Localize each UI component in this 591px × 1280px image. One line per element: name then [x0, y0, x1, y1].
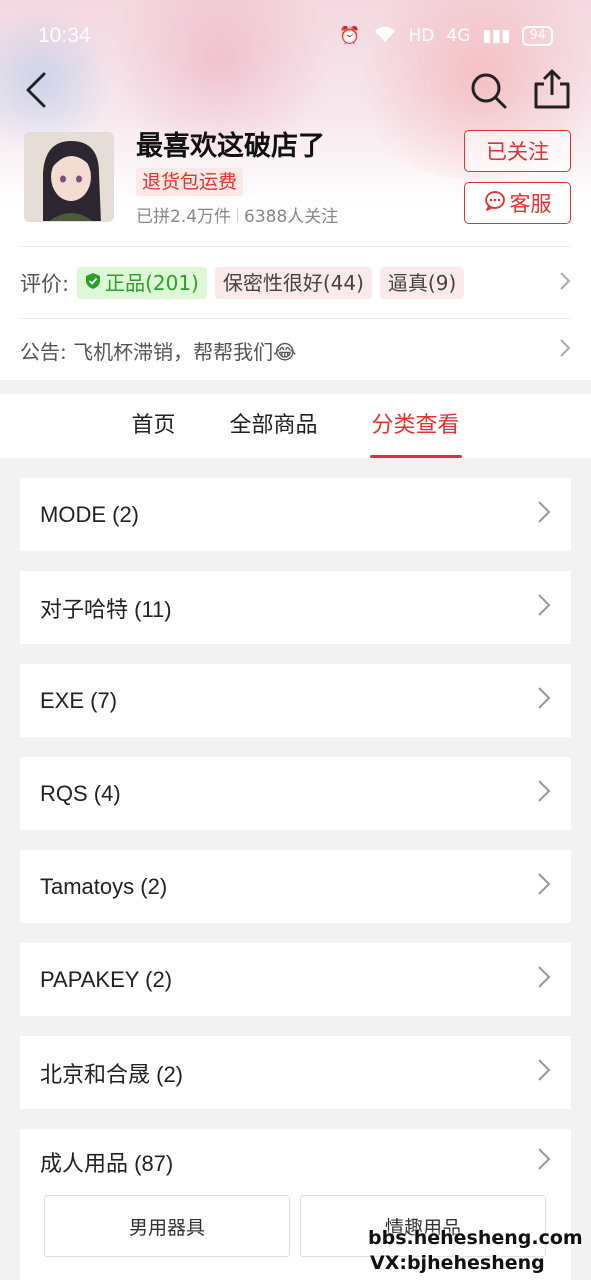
list-item[interactable]: Tamatoys (2) — [20, 850, 571, 923]
return-shipping-badge: 退货包运费 — [136, 168, 244, 196]
chevron-right-icon — [559, 271, 571, 295]
category-label: 北京和合晟 (2) — [40, 1061, 184, 1087]
chevron-right-icon — [537, 779, 551, 809]
category-label: Tamatoys (2) — [40, 873, 168, 899]
list-item[interactable]: 成人用品 (87) — [20, 1129, 571, 1195]
list-item[interactable]: RQS (4) — [20, 757, 571, 830]
store-tabs: 首页 全部商品 分类查看 — [0, 394, 591, 458]
reviews-label: 评价: — [20, 272, 70, 296]
store-stats: 已拼2.4万件 6388人关注 — [136, 202, 338, 227]
back-icon[interactable] — [18, 68, 62, 112]
customer-service-label: 客服 — [509, 192, 552, 216]
status-time: 10:34 — [38, 24, 91, 47]
divider — [20, 246, 571, 247]
tab-home[interactable]: 首页 — [129, 394, 177, 458]
signal-icon: ▮▮▮ — [482, 26, 511, 46]
battery-indicator: 94 — [522, 26, 553, 46]
follower-count: 6388人关注 — [244, 207, 339, 227]
divider — [20, 318, 571, 319]
chevron-right-icon — [537, 500, 551, 530]
network-label: HD — [408, 26, 435, 46]
review-tag-genuine[interactable]: 正品(201) — [77, 267, 207, 299]
category-list: MODE (2) 对子哈特 (11) EXE (7) RQS (4) Tamat… — [20, 478, 571, 1129]
chat-icon — [484, 190, 506, 217]
signal-label: 4G — [446, 26, 471, 46]
list-item[interactable]: MODE (2) — [20, 478, 571, 551]
category-label: EXE (7) — [40, 687, 118, 713]
category-label: 成人用品 (87) — [40, 1151, 174, 1176]
notice-row[interactable]: 公告: 飞机杯滞销，帮帮我们😂 — [20, 330, 571, 370]
review-tag-realistic[interactable]: 逼真(9) — [379, 267, 465, 299]
wifi-icon — [373, 25, 397, 48]
shield-check-icon — [85, 267, 101, 299]
list-item[interactable]: 北京和合晟 (2) — [20, 1036, 571, 1109]
list-item[interactable]: 对子哈特 (11) — [20, 571, 571, 644]
watermark-line: VX:bjhehesheng — [370, 1252, 545, 1274]
chevron-right-icon — [559, 338, 571, 363]
watermark-line: bbs.hehesheng.com — [368, 1227, 583, 1249]
stats-separator — [237, 207, 239, 222]
chevron-right-icon — [537, 686, 551, 716]
customer-service-button[interactable]: 客服 — [464, 182, 571, 224]
store-name: 最喜欢这破店了 — [136, 131, 325, 162]
alarm-icon: ⏰ — [339, 26, 361, 46]
category-label: 对子哈特 (11) — [40, 596, 172, 622]
search-icon[interactable] — [468, 70, 508, 110]
store-avatar[interactable] — [24, 132, 114, 222]
list-item[interactable]: EXE (7) — [20, 664, 571, 737]
follow-button[interactable]: 已关注 — [464, 130, 571, 172]
chevron-right-icon — [537, 965, 551, 995]
chevron-right-icon — [537, 872, 551, 902]
share-icon[interactable] — [532, 68, 572, 110]
subcategory-button[interactable]: 男用器具 — [44, 1195, 290, 1257]
chevron-right-icon — [537, 1058, 551, 1088]
review-tag-label: 正品(201) — [105, 271, 199, 295]
tab-categories[interactable]: 分类查看 — [369, 394, 462, 458]
status-icons: ⏰ HD 4G ▮▮▮ 94 — [339, 25, 553, 48]
category-label: RQS (4) — [40, 780, 121, 806]
category-label: PAPAKEY (2) — [40, 966, 173, 992]
chevron-right-icon — [537, 1147, 551, 1177]
review-tag-privacy[interactable]: 保密性很好(44) — [214, 267, 372, 299]
reviews-row[interactable]: 评价: 正品(201) 保密性很好(44) 逼真(9) — [20, 262, 571, 304]
sold-count: 已拼2.4万件 — [136, 207, 232, 227]
category-label: MODE (2) — [40, 501, 139, 527]
store-header: 10:34 ⏰ HD 4G ▮▮▮ 94 最喜欢这破店了 退货包运费 已拼2.4… — [0, 0, 591, 380]
watermark: bbs.hehesheng.com VX:bjhehesheng — [368, 1226, 583, 1276]
notice-text: 公告: 飞机杯滞销，帮帮我们😂 — [20, 339, 297, 364]
status-bar: 10:34 ⏰ HD 4G ▮▮▮ 94 — [0, 0, 591, 72]
chevron-right-icon — [537, 593, 551, 623]
tab-all-products[interactable]: 全部商品 — [227, 394, 319, 458]
list-item[interactable]: PAPAKEY (2) — [20, 943, 571, 1016]
